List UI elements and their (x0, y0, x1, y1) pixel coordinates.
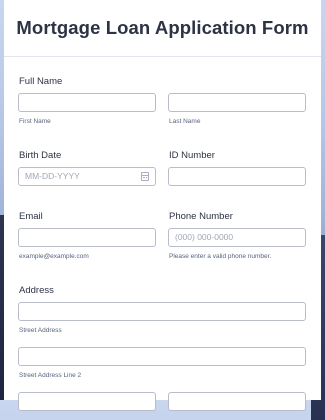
form-title: Mortgage Loan Application Form (16, 17, 309, 38)
birth-date-placeholder: MM-DD-YYYY (25, 171, 80, 181)
phone-sublabel: Please enter a valid phone number. (169, 253, 272, 260)
first-name-sublabel: First Name (19, 118, 51, 125)
street-address-line2-sublabel: Street Address Line 2 (19, 372, 82, 379)
birth-date-input[interactable]: MM-DD-YYYY (18, 167, 156, 186)
email-sublabel: example@example.com (19, 253, 89, 260)
city-input[interactable] (18, 392, 156, 411)
form-header: Mortgage Loan Application Form (4, 0, 321, 57)
calendar-icon[interactable] (141, 172, 149, 181)
phone-input[interactable]: (000) 000-0000 (168, 228, 306, 247)
state-input[interactable] (168, 392, 306, 411)
address-label: Address (19, 285, 54, 296)
birth-date-label: Birth Date (19, 150, 62, 161)
full-name-label: Full Name (19, 76, 63, 87)
street-address-input[interactable] (18, 302, 306, 321)
phone-placeholder: (000) 000-0000 (175, 232, 234, 242)
last-name-sublabel: Last Name (169, 118, 201, 125)
email-label: Email (19, 211, 43, 222)
street-address-sublabel: Street Address (19, 327, 62, 334)
form-card: Mortgage Loan Application Form Full Name… (4, 0, 321, 411)
phone-label: Phone Number (169, 211, 233, 222)
id-number-label: ID Number (169, 150, 215, 161)
id-number-input[interactable] (168, 167, 306, 186)
last-name-input[interactable] (168, 93, 306, 112)
first-name-input[interactable] (18, 93, 156, 112)
email-input[interactable] (18, 228, 156, 247)
street-address-line2-input[interactable] (18, 347, 306, 366)
